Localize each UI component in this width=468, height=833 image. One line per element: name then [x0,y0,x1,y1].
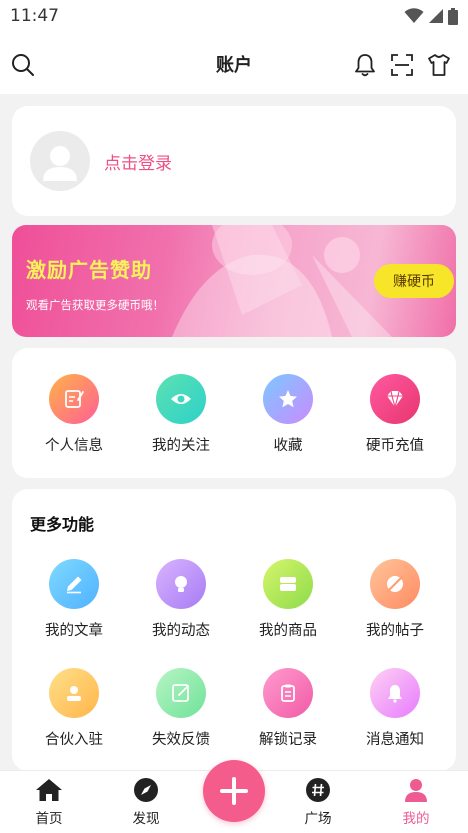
feature-label: 消息通知 [366,732,424,748]
earn-coins-button[interactable]: 赚硬币 [374,264,454,298]
home-icon [35,777,63,803]
battery-icon [448,7,458,25]
feature-label: 解锁记录 [259,732,317,748]
partner-icon [49,668,99,718]
ad-banner[interactable]: 激励广告赞助 观看广告获取更多硬币哦！ 赚硬币 [12,225,456,337]
quick-item-label: 收藏 [273,438,303,454]
tshirt-icon[interactable] [426,52,452,78]
plus-icon [220,777,248,805]
compass-off-icon [370,559,420,609]
star-icon [263,374,313,424]
bell-icon[interactable] [352,52,378,78]
pencil-icon [49,559,99,609]
feature-unlock-records[interactable]: 解锁记录 [238,668,338,749]
status-bar: 11:47 [0,0,468,32]
create-post-button[interactable] [203,760,265,822]
feature-my-articles[interactable]: 我的文章 [24,559,124,640]
quick-item-following[interactable]: 我的关注 [131,374,231,455]
nav-item-plaza[interactable]: 广场 [283,777,353,827]
nav-item-mine[interactable]: 我的 [381,777,451,827]
quick-item-label: 硬币充值 [366,438,424,454]
feature-label: 我的文章 [45,623,103,639]
quick-item-recharge[interactable]: 硬币充值 [345,374,445,455]
feature-feedback[interactable]: 失效反馈 [131,668,231,749]
nav-item-home[interactable]: 首页 [14,777,84,827]
nav-label: 我的 [402,811,430,827]
diamond-icon [370,374,420,424]
wifi-icon [404,8,424,23]
feature-label: 我的商品 [259,623,317,639]
status-time: 11:47 [10,6,59,26]
login-link[interactable]: 点击登录 [104,149,172,174]
scan-icon[interactable] [389,52,415,78]
nav-label: 首页 [35,811,63,827]
login-card[interactable]: 点击登录 [12,106,456,216]
compass-icon [132,777,160,803]
banner-title: 激励广告赞助 [26,258,152,282]
quick-item-profile[interactable]: 个人信息 [24,374,124,455]
feature-my-products[interactable]: 我的商品 [238,559,338,640]
nav-label: 发现 [132,811,160,827]
eye-icon [156,374,206,424]
feature-my-threads[interactable]: 我的帖子 [345,559,445,640]
quick-actions-card: 个人信息 我的关注 收藏 硬币充值 [12,348,456,478]
signal-icon [429,9,443,23]
nav-label: 广场 [304,811,332,827]
feature-label: 我的帖子 [366,623,424,639]
avatar[interactable] [30,131,90,191]
clipboard-icon [263,668,313,718]
app-header: 账户 [0,32,468,94]
edit-note-icon [49,374,99,424]
bell-icon [370,668,420,718]
feature-label: 我的动态 [152,623,210,639]
nav-item-discover[interactable]: 发现 [111,777,181,827]
box-icon [263,559,313,609]
feature-notifications[interactable]: 消息通知 [345,668,445,749]
user-icon [402,777,430,803]
bulb-icon [156,559,206,609]
feature-label: 合伙入驻 [45,732,103,748]
quick-item-label: 个人信息 [45,438,103,454]
more-features-card: 更多功能 我的文章 我的动态 我的商品 我的帖子 合伙入驻 失效反馈 解锁记录 … [12,489,456,771]
banner-subtitle: 观看广告获取更多硬币哦！ [26,298,164,312]
default-avatar-icon [43,146,77,181]
feedback-icon [156,668,206,718]
hashtag-icon [304,777,332,803]
feature-label: 失效反馈 [152,732,210,748]
feature-my-posts-feed[interactable]: 我的动态 [131,559,231,640]
status-icons [404,7,458,25]
quick-item-label: 我的关注 [152,438,210,454]
feature-partner[interactable]: 合伙入驻 [24,668,124,749]
quick-item-favorites[interactable]: 收藏 [238,374,338,455]
section-title: 更多功能 [30,515,95,534]
